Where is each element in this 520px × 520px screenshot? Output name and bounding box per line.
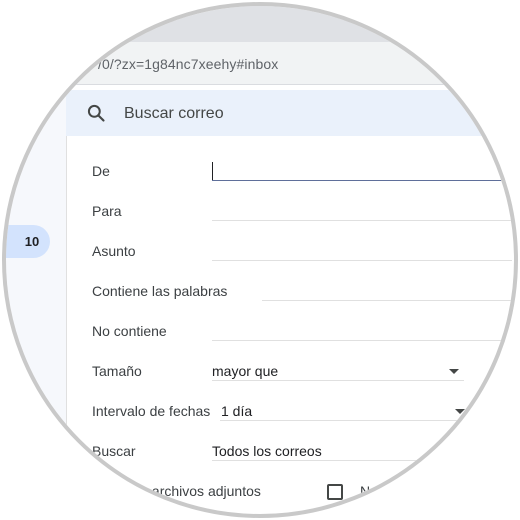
to-label: Para — [92, 203, 122, 219]
gmail-left-rail — [2, 84, 66, 518]
doesnt-have-label: No contiene — [92, 323, 167, 339]
search-input[interactable]: Buscar correo — [124, 105, 224, 123]
to-field[interactable] — [212, 202, 512, 221]
text-cursor — [212, 162, 213, 180]
search-in-label: Buscar — [92, 443, 136, 459]
magnifier-lens: /0/?zx=1g84nc7xeehy#inbox 10 Buscar corr… — [2, 2, 518, 518]
date-range-label: Intervalo de fechas — [92, 403, 211, 419]
has-words-label: Contiene las palabras — [92, 283, 228, 299]
exclude-chats-label[interactable]: N — [360, 483, 370, 499]
chevron-down-icon[interactable] — [455, 409, 465, 414]
has-attachment-label[interactable]: Contiene archivos adjuntos — [92, 483, 261, 499]
from-field[interactable] — [212, 162, 512, 181]
has-words-field[interactable] — [262, 282, 512, 301]
date-range-select-value[interactable]: 1 día — [221, 403, 252, 419]
subject-field[interactable] — [212, 242, 512, 261]
doesnt-have-field[interactable] — [212, 322, 512, 341]
date-range-select[interactable] — [220, 402, 470, 421]
address-bar-url[interactable]: /0/?zx=1g84nc7xeehy#inbox — [98, 56, 278, 72]
size-label: Tamaño — [92, 363, 142, 379]
browser-tab-strip — [2, 2, 518, 42]
checkbox-icon[interactable] — [327, 484, 343, 500]
subject-label: Asunto — [92, 243, 136, 259]
size-select-value[interactable]: mayor que — [212, 363, 278, 379]
chevron-down-icon[interactable] — [449, 369, 459, 374]
search-in-select-value[interactable]: Todos los correos — [212, 443, 322, 459]
inbox-count-badge[interactable]: 10 — [2, 225, 50, 258]
from-label: De — [92, 163, 110, 179]
search-icon[interactable] — [86, 103, 106, 123]
